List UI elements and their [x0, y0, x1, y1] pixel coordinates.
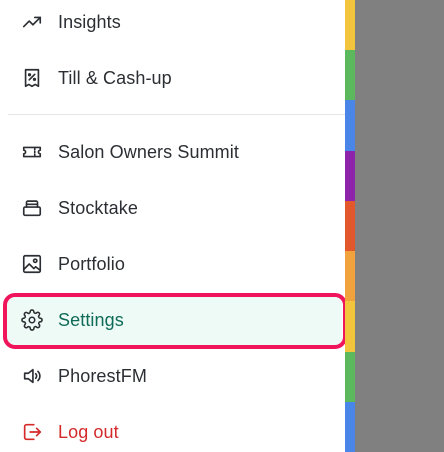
menu-item-label: Salon Owners Summit — [58, 141, 239, 162]
menu-item-salon-owners-summit[interactable]: Salon Owners Summit — [0, 124, 345, 180]
modal-backdrop[interactable] — [355, 0, 444, 452]
menu-item-settings[interactable]: Settings — [0, 292, 345, 348]
app-page: Insights Till & Cash-up Salon Owners Sum… — [0, 0, 444, 452]
color-stripe-segment — [345, 100, 355, 151]
menu-item-portfolio[interactable]: Portfolio — [0, 236, 345, 292]
color-stripe-segment — [345, 0, 355, 51]
menu-divider — [8, 114, 345, 115]
menu-item-label: Portfolio — [58, 253, 125, 274]
menu-item-label: Stocktake — [58, 197, 138, 218]
menu-item-stocktake[interactable]: Stocktake — [0, 180, 345, 236]
side-menu: Insights Till & Cash-up Salon Owners Sum… — [0, 0, 347, 452]
receipt-percent-icon — [21, 67, 43, 89]
color-stripe-segment — [345, 301, 355, 352]
trending-up-icon — [21, 11, 43, 33]
menu-item-label: Till & Cash-up — [58, 67, 172, 88]
menu-item-label: Log out — [58, 421, 119, 442]
menu-item-phorestfm[interactable]: PhorestFM — [0, 348, 345, 404]
menu-item-log-out[interactable]: Log out — [0, 404, 345, 452]
menu-item-label: Insights — [58, 11, 121, 32]
color-stripe-segment — [345, 351, 355, 402]
ticket-icon — [21, 141, 43, 163]
color-stripe-segment — [345, 50, 355, 101]
speaker-icon — [21, 365, 43, 387]
color-stripe-segment — [345, 200, 355, 252]
stock-box-icon — [21, 197, 43, 219]
color-stripe-segment — [345, 401, 355, 452]
color-stripe-segment — [345, 251, 355, 302]
menu-item-label: PhorestFM — [58, 365, 147, 386]
color-stripe-segment — [345, 150, 355, 201]
menu-item-insights[interactable]: Insights — [0, 0, 345, 50]
logout-icon — [21, 421, 43, 443]
gear-icon — [21, 309, 43, 331]
menu-item-till-cash-up[interactable]: Till & Cash-up — [0, 50, 345, 106]
menu-item-label: Settings — [58, 309, 124, 330]
image-icon — [21, 253, 43, 275]
color-stripe-bar — [345, 0, 355, 452]
